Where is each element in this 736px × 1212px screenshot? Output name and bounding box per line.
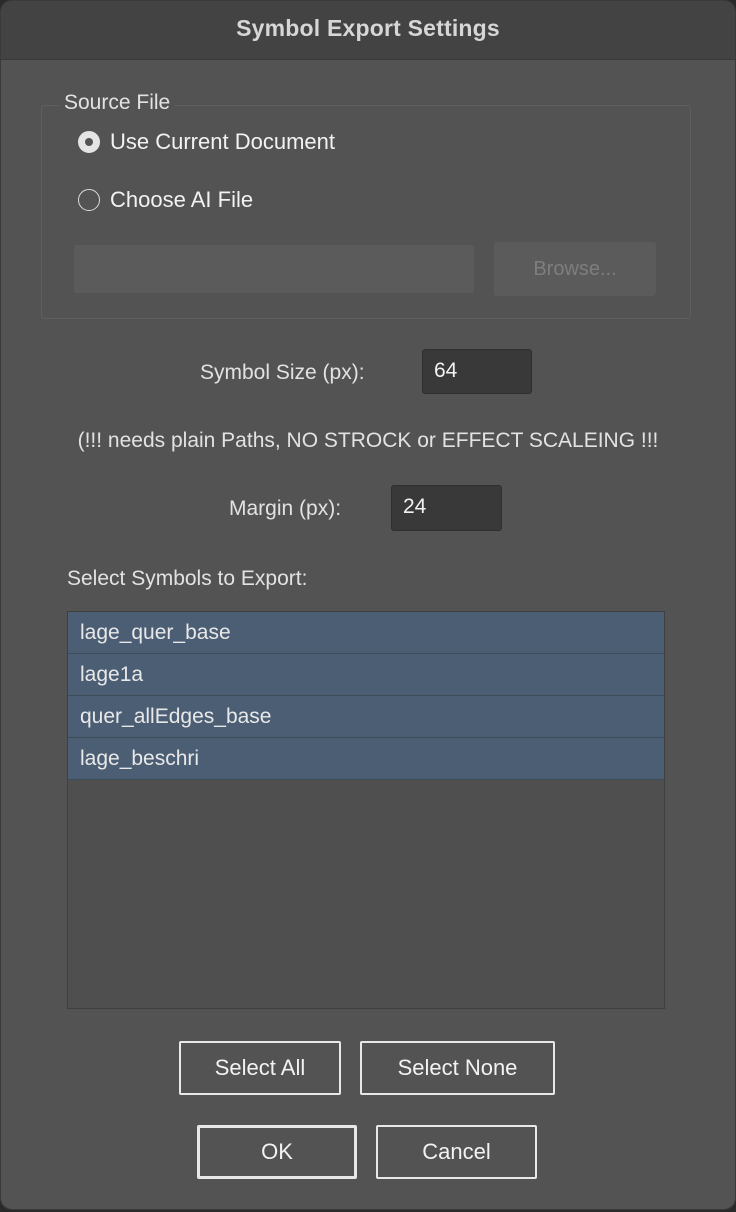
radio-label-choose-ai-file: Choose AI File [110,187,254,212]
radio-use-current-document[interactable]: Use Current Document [78,129,335,155]
ai-file-path-field [74,245,474,293]
list-item[interactable]: lage_beschri [68,738,664,780]
source-file-label: Source File [59,91,176,115]
radio-choose-ai-file[interactable]: Choose AI File [78,187,253,213]
select-none-button[interactable]: Select None [360,1041,555,1095]
list-item[interactable]: lage1a [68,654,664,696]
cancel-button[interactable]: Cancel [376,1125,537,1179]
symbols-listbox[interactable]: lage_quer_base lage1a quer_allEdges_base… [67,611,665,1009]
symbol-size-label: Symbol Size (px): [200,361,365,384]
radio-checked-icon[interactable] [78,131,100,153]
warning-text: (!!! needs plain Paths, NO STROCK or EFF… [77,429,659,452]
browse-button: Browse... [494,242,656,296]
margin-label: Margin (px): [229,497,342,520]
list-item[interactable]: quer_allEdges_base [68,696,664,738]
dialog-title: Symbol Export Settings [236,15,500,41]
title-bar[interactable]: Symbol Export Settings [1,1,735,60]
margin-input[interactable]: 24 [391,485,502,531]
list-item[interactable]: lage_quer_base [68,612,664,654]
select-symbols-label: Select Symbols to Export: [67,567,308,590]
ok-button[interactable]: OK [197,1125,357,1179]
radio-label-use-current-document: Use Current Document [110,129,335,154]
symbol-export-dialog: Symbol Export Settings Source File Use C… [0,0,736,1210]
radio-unchecked-icon[interactable] [78,189,100,211]
symbol-size-input[interactable]: 64 [422,349,532,394]
select-all-button[interactable]: Select All [179,1041,341,1095]
